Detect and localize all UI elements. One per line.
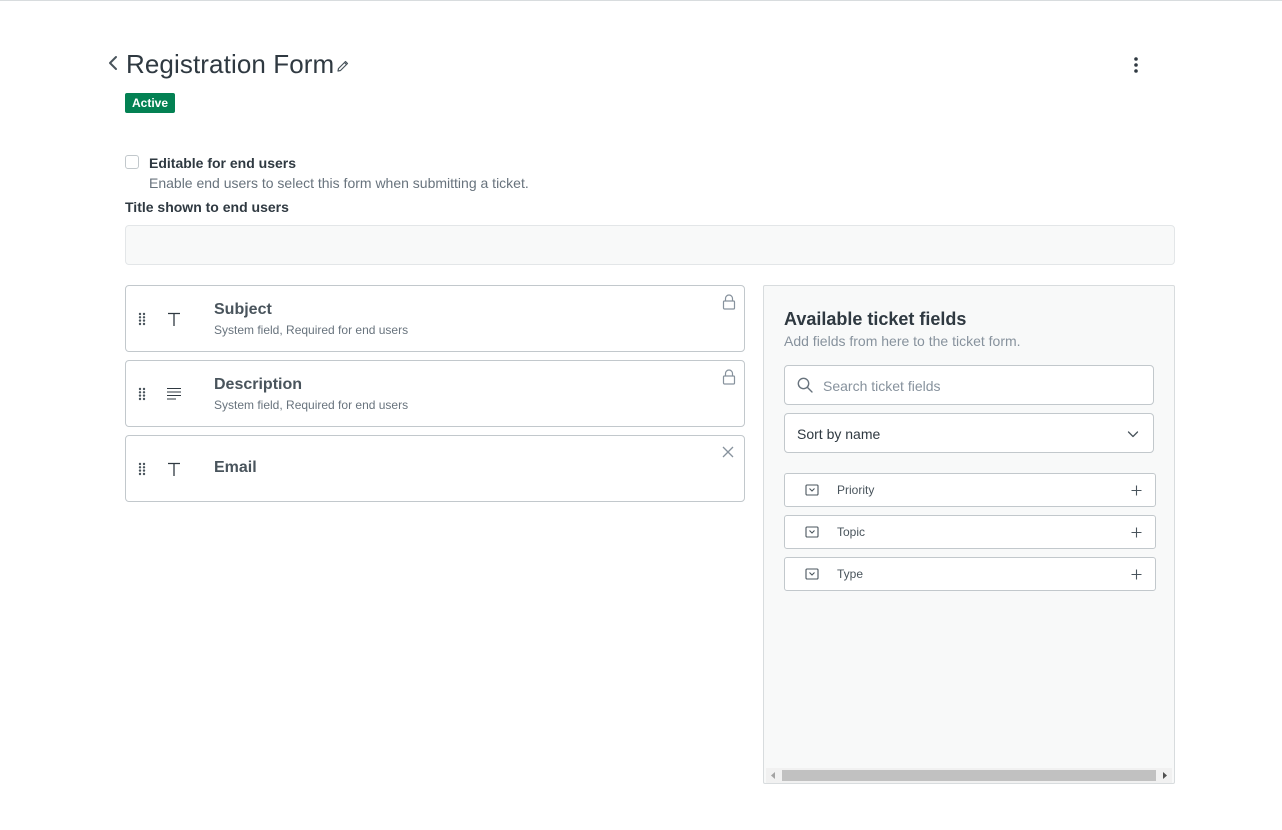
lock-icon: [722, 294, 736, 310]
form-field-card-subject[interactable]: Subject System field, Required for end u…: [125, 285, 745, 352]
drag-handle-icon[interactable]: [138, 312, 146, 326]
plus-icon[interactable]: [1131, 485, 1142, 496]
form-field-card-description[interactable]: Description System field, Required for e…: [125, 360, 745, 427]
scroll-right-arrow-icon[interactable]: [1157, 768, 1172, 783]
search-input[interactable]: [821, 367, 1145, 405]
page-title: Registration Form: [126, 49, 335, 79]
title-field-label: Title shown to end users: [125, 199, 289, 215]
available-field-type[interactable]: Type: [784, 557, 1156, 591]
plus-icon[interactable]: [1131, 569, 1142, 580]
back-chevron-icon[interactable]: [106, 53, 120, 73]
dropdown-field-icon: [805, 484, 819, 496]
sort-select[interactable]: Sort by name: [784, 413, 1154, 453]
available-field-priority[interactable]: Priority: [784, 473, 1156, 507]
field-subtitle: System field, Required for end users: [214, 323, 409, 337]
horizontal-scrollbar[interactable]: [766, 768, 1172, 783]
scrollbar-thumb[interactable]: [782, 770, 1156, 781]
field-subtitle: System field, Required for end users: [214, 398, 409, 412]
multiline-text-icon: [167, 387, 181, 400]
field-name: Email: [214, 459, 257, 476]
editable-hint: Enable end users to select this form whe…: [149, 175, 529, 191]
search-box[interactable]: [784, 365, 1154, 405]
chevron-down-icon: [1127, 431, 1139, 438]
sort-select-value: Sort by name: [797, 426, 881, 442]
editable-checkbox[interactable]: [125, 155, 139, 169]
top-divider: [0, 0, 1282, 1]
dropdown-field-icon: [805, 526, 819, 538]
available-field-label: Priority: [837, 483, 875, 497]
field-name: Subject: [214, 301, 272, 318]
end-user-title-input[interactable]: [125, 225, 1175, 265]
available-field-label: Topic: [837, 525, 866, 539]
drag-handle-icon[interactable]: [138, 387, 146, 401]
field-name: Description: [214, 376, 303, 393]
text-icon: [168, 462, 180, 476]
search-icon: [797, 377, 813, 393]
form-field-card-email[interactable]: Email: [125, 435, 745, 502]
text-icon: [168, 312, 180, 326]
available-field-label: Type: [837, 567, 864, 581]
status-badge: Active: [125, 93, 175, 113]
remove-field-close-icon[interactable]: [722, 446, 734, 458]
scroll-left-arrow-icon[interactable]: [766, 768, 781, 783]
panel-title: Available ticket fields: [784, 309, 967, 329]
plus-icon[interactable]: [1131, 527, 1142, 538]
dropdown-field-icon: [805, 568, 819, 580]
available-fields-panel: Available ticket fields Add fields from …: [763, 285, 1175, 784]
panel-subtitle: Add fields from here to the ticket form.: [784, 333, 1021, 349]
editable-label[interactable]: Editable for end users: [149, 154, 296, 172]
lock-icon: [722, 369, 736, 385]
drag-handle-icon[interactable]: [138, 462, 146, 476]
pencil-icon[interactable]: [336, 59, 350, 73]
more-options-icon[interactable]: [1125, 54, 1147, 76]
available-field-topic[interactable]: Topic: [784, 515, 1156, 549]
